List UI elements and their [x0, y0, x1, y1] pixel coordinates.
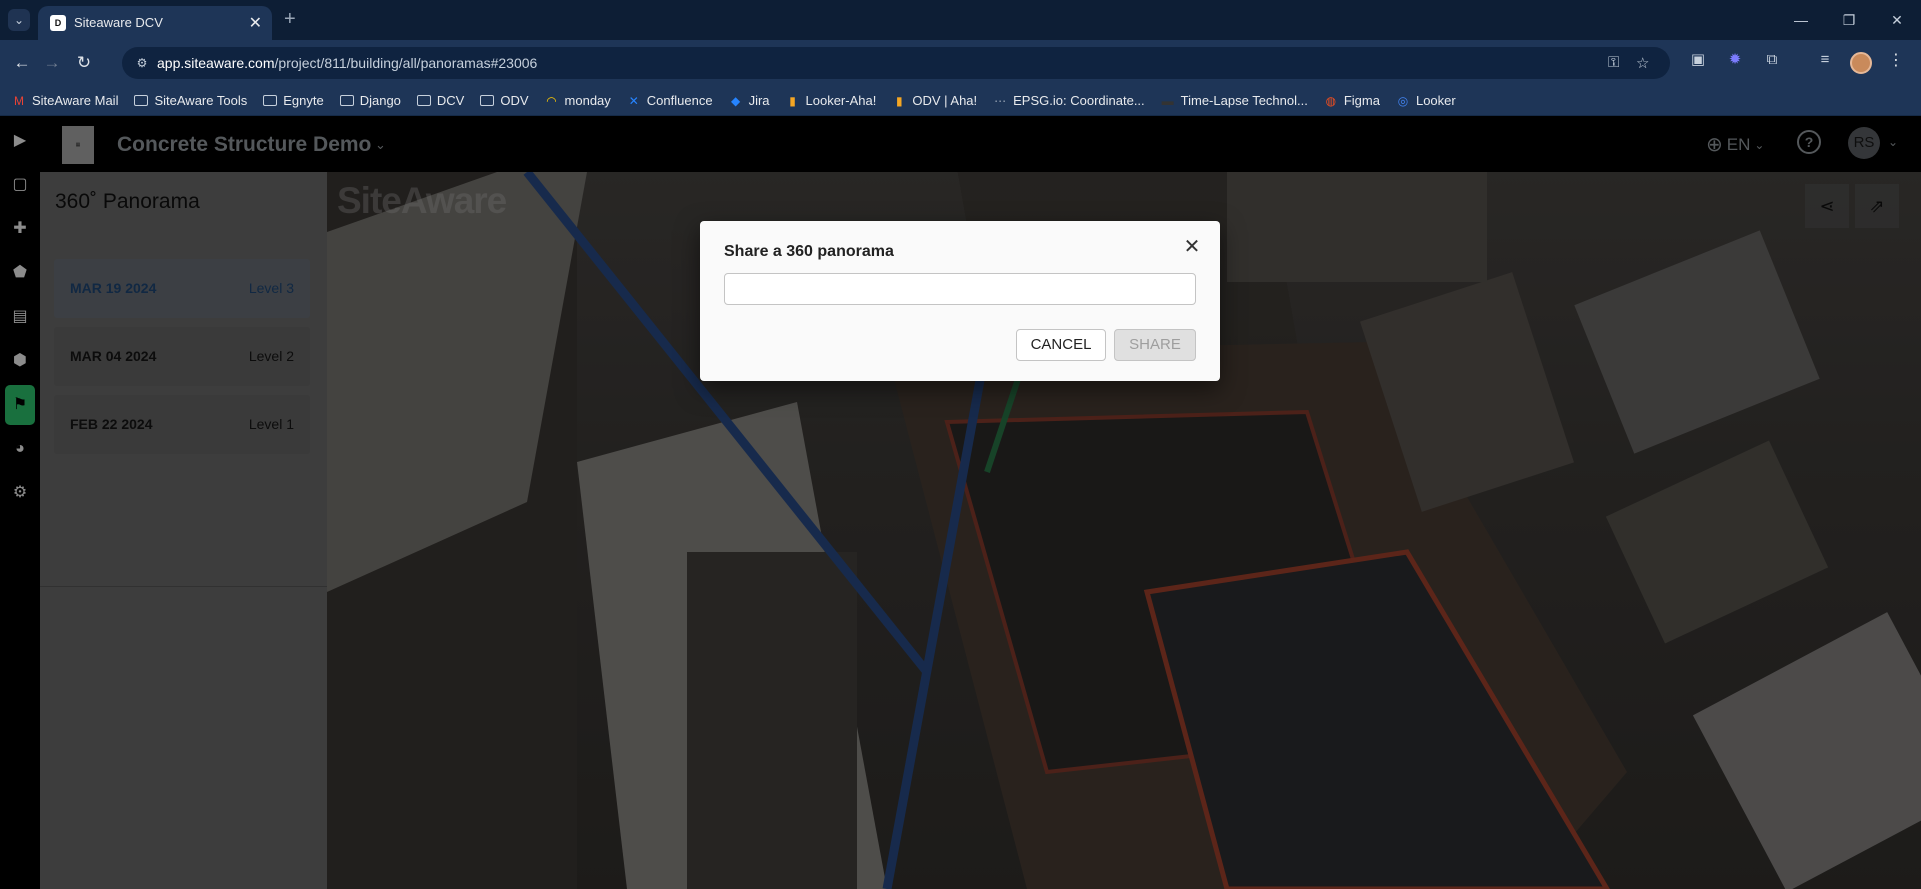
confluence-icon: ✕ — [628, 93, 639, 108]
timelapse-icon: ▬ — [1161, 93, 1174, 108]
aha-icon: ▮ — [789, 93, 796, 108]
bookmark-item[interactable]: ✕ Confluence — [627, 93, 713, 108]
forward-arrow-icon[interactable]: → — [40, 51, 64, 75]
bookmark-item[interactable]: ODV — [480, 93, 529, 108]
epsg-icon: ⋯ — [994, 93, 1007, 108]
address-bar[interactable]: ⚙ app.siteaware.com/project/811/building… — [122, 47, 1670, 79]
cancel-button[interactable]: CANCEL — [1016, 329, 1106, 361]
browser-toolbar: ← → ↻ ⚙ app.siteaware.com/project/811/bu… — [0, 40, 1921, 86]
bookmark-label: Django — [359, 93, 401, 108]
bookmark-label: Figma — [1343, 93, 1380, 108]
reload-icon[interactable]: ↻ — [72, 51, 96, 75]
bookmark-item[interactable]: ◎ Looker — [1396, 93, 1456, 108]
share-button[interactable]: SHARE — [1114, 329, 1196, 361]
tab-search-chevron-icon[interactable]: ⌄ — [8, 9, 30, 31]
bookmark-item[interactable]: Django — [339, 93, 401, 108]
browser-tab-bar: ⌄ D Siteaware DCV ✕ + — ❐ ✕ — [0, 0, 1921, 40]
browser-menu-icon[interactable]: ⋮ — [1888, 50, 1904, 70]
minimize-icon[interactable]: — — [1777, 0, 1825, 40]
browser-profile-avatar[interactable] — [1850, 52, 1872, 74]
gmail-icon: M — [14, 93, 24, 108]
bookmark-item[interactable]: SiteAware Tools — [134, 93, 247, 108]
share-panorama-dialog: Share a 360 panorama ✕ CANCEL SHARE — [700, 221, 1220, 381]
bookmark-label: ODV | Aha! — [912, 93, 978, 108]
bookmark-item[interactable]: DCV — [416, 93, 465, 108]
bookmark-label: Looker-Aha! — [805, 93, 877, 108]
bookmark-label: Time-Lapse Technol... — [1180, 93, 1308, 108]
extensions-puzzle-icon[interactable]: ⧉ — [1762, 50, 1782, 70]
folder-icon — [416, 95, 431, 106]
bookmark-label: SiteAware Mail — [32, 93, 119, 108]
url-text: app.siteaware.com/project/811/building/a… — [157, 55, 537, 71]
bookmark-item[interactable]: ▮ Looker-Aha! — [786, 93, 877, 108]
media-queue-icon[interactable]: ≡ — [1815, 50, 1835, 70]
bookmark-label: DCV — [436, 93, 465, 108]
password-key-icon[interactable]: ⚿ — [1608, 54, 1619, 71]
back-arrow-icon[interactable]: ← — [10, 51, 34, 75]
aha-icon: ▮ — [896, 93, 903, 108]
bookmark-label: SiteAware Tools — [154, 93, 248, 108]
bookmark-item[interactable]: ◆ Jira — [729, 93, 770, 108]
folder-icon — [480, 95, 495, 106]
window-controls: — ❐ ✕ — [1777, 0, 1921, 40]
tab-close-icon[interactable]: ✕ — [249, 13, 262, 33]
extension-screen-icon[interactable]: ▣ — [1688, 50, 1708, 70]
bookmark-label: Egnyte — [283, 93, 324, 108]
bookmark-item[interactable]: ◍ Figma — [1324, 93, 1380, 108]
bookmark-item[interactable]: M SiteAware Mail — [12, 93, 118, 108]
folder-icon — [263, 95, 278, 106]
share-email-input[interactable] — [724, 273, 1196, 305]
bookmark-star-icon[interactable]: ☆ — [1636, 54, 1649, 72]
bookmark-item[interactable]: ⋯ EPSG.io: Coordinate... — [993, 93, 1145, 108]
close-window-icon[interactable]: ✕ — [1873, 0, 1921, 40]
bookmark-item[interactable]: ▬ Time-Lapse Technol... — [1161, 93, 1308, 108]
folder-icon — [134, 95, 149, 106]
jira-icon: ◆ — [730, 93, 741, 108]
browser-tab-active[interactable]: D Siteaware DCV ✕ — [38, 6, 272, 40]
url-path: /project/811/building/all/panoramas#2300… — [274, 55, 538, 71]
site-info-icon[interactable]: ⚙ — [134, 55, 150, 71]
bookmark-label: monday — [564, 93, 611, 108]
figma-icon: ◍ — [1325, 93, 1337, 108]
bookmark-label: Looker — [1415, 93, 1456, 108]
folder-icon — [339, 95, 354, 106]
bookmark-label: ODV — [500, 93, 529, 108]
new-tab-plus-icon[interactable]: + — [284, 8, 296, 31]
looker-icon: ◎ — [1397, 93, 1409, 108]
dialog-title: Share a 360 panorama — [724, 243, 894, 260]
tab-title: Siteaware DCV — [74, 15, 163, 30]
extension-gear-icon[interactable]: ✹ — [1725, 50, 1745, 70]
bookmark-label: Confluence — [646, 93, 713, 108]
bookmarks-bar: M SiteAware Mail SiteAware Tools Egnyte Djan… — [0, 86, 1921, 116]
bookmark-item[interactable]: ▮ ODV | Aha! — [892, 93, 977, 108]
monday-icon: ◠ — [546, 93, 557, 108]
url-host: app.siteaware.com — [157, 55, 275, 71]
restore-icon[interactable]: ❐ — [1825, 0, 1873, 40]
bookmark-item[interactable]: Egnyte — [263, 93, 324, 108]
bookmark-item[interactable]: ◠ monday — [545, 93, 611, 108]
dialog-close-icon[interactable]: ✕ — [1180, 235, 1204, 259]
siteaware-favicon-icon: D — [50, 15, 66, 31]
bookmark-label: EPSG.io: Coordinate... — [1013, 93, 1145, 108]
bookmark-label: Jira — [748, 93, 770, 108]
